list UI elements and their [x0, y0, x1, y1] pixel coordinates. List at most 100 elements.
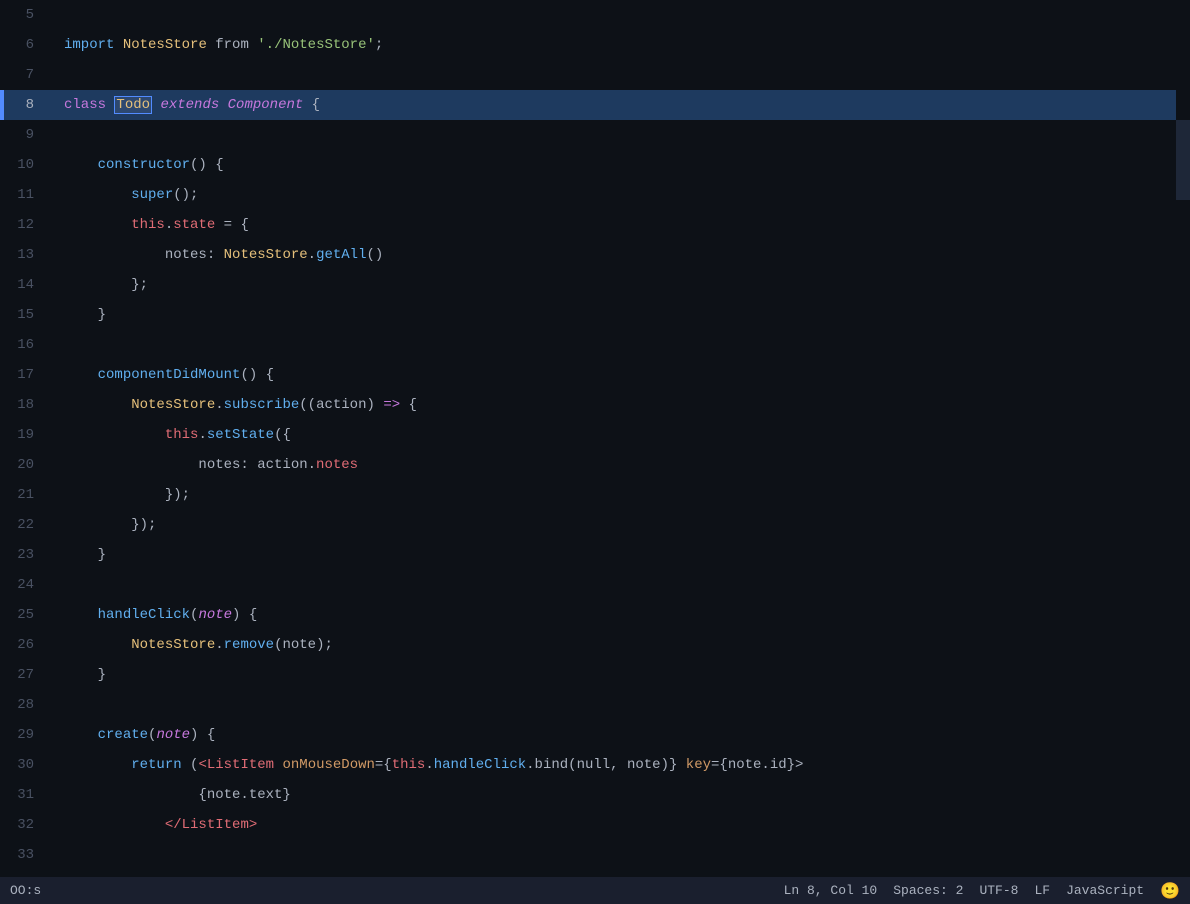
line-number: 26 [4, 630, 54, 660]
code-token: ={ [375, 757, 392, 773]
table-row: 19 this.setState({ [0, 420, 1176, 450]
line-content: constructor() { [54, 150, 1176, 180]
line-content [54, 120, 1176, 150]
code-token: ( [182, 757, 199, 773]
code-token: componentDidMount [98, 367, 241, 383]
code-token [64, 607, 98, 623]
code-token: {note.text} [198, 787, 290, 803]
status-right: Ln 8, Col 10 Spaces: 2 UTF-8 LF JavaScri… [784, 881, 1180, 901]
code-token: NotesStore [131, 397, 215, 413]
code-token: () [366, 247, 383, 263]
line-content: NotesStore.remove(note); [54, 630, 1176, 660]
code-token: => [383, 397, 400, 413]
code-token: ) { [190, 727, 215, 743]
code-token: getAll [316, 247, 366, 263]
line-number: 9 [4, 120, 54, 150]
line-content: import NotesStore from './NotesStore'; [54, 30, 1176, 60]
code-token: create [98, 727, 148, 743]
code-token: . [198, 427, 206, 443]
table-row: 32 </ListItem> [0, 810, 1176, 840]
code-token [64, 637, 131, 653]
minimap-thumb[interactable] [1176, 120, 1190, 200]
line-content: }); [54, 510, 1176, 540]
code-token: (( [299, 397, 316, 413]
table-row: 20 notes: action.notes [0, 450, 1176, 480]
code-token: NotesStore [131, 637, 215, 653]
table-row: 31 {note.text} [0, 780, 1176, 810]
line-number: 28 [4, 690, 54, 720]
line-content: } [54, 300, 1176, 330]
line-content: class Todo extends Component { [54, 90, 1176, 120]
code-token: note [156, 727, 190, 743]
line-number: 30 [4, 750, 54, 780]
smiley-icon[interactable]: 🙂 [1160, 881, 1180, 901]
line-number: 17 [4, 360, 54, 390]
editor-container: 5 6import NotesStore from './NotesStore'… [0, 0, 1190, 876]
line-number: 21 [4, 480, 54, 510]
table-row: 9 [0, 120, 1176, 150]
code-token: ) [367, 397, 384, 413]
line-number: 19 [4, 420, 54, 450]
cursor-position: Ln 8, Col 10 [784, 883, 878, 898]
code-token [64, 727, 98, 743]
code-token: = { [215, 217, 249, 233]
line-number: 18 [4, 390, 54, 420]
code-token: './NotesStore' [257, 37, 375, 53]
code-token: . [308, 457, 316, 473]
line-content: componentDidMount() { [54, 360, 1176, 390]
code-token: this [165, 427, 199, 443]
code-token [219, 97, 227, 113]
code-token [249, 37, 257, 53]
line-number: 15 [4, 300, 54, 330]
line-content [54, 840, 1176, 870]
code-token: <ListItem [198, 757, 274, 773]
line-number: 5 [4, 0, 54, 30]
line-content: notes: action.notes [54, 450, 1176, 480]
language-indicator: JavaScript [1066, 883, 1144, 898]
table-row: 26 NotesStore.remove(note); [0, 630, 1176, 660]
line-number: 6 [4, 30, 54, 60]
status-bar: OO:s Ln 8, Col 10 Spaces: 2 UTF-8 LF Jav… [0, 876, 1190, 904]
code-token: notes [316, 457, 358, 473]
line-content [54, 0, 1176, 30]
line-number: 13 [4, 240, 54, 270]
table-row: 14 }; [0, 270, 1176, 300]
code-token: this [392, 757, 426, 773]
code-token: } [64, 547, 106, 563]
table-row: 13 notes: NotesStore.getAll() [0, 240, 1176, 270]
line-content: return (<ListItem onMouseDown={this.hand… [54, 750, 1176, 780]
table-row: 27 } [0, 660, 1176, 690]
table-row: 10 constructor() { [0, 150, 1176, 180]
table-row: 18 NotesStore.subscribe((action) => { [0, 390, 1176, 420]
code-token: }); [64, 487, 190, 503]
table-row: 6import NotesStore from './NotesStore'; [0, 30, 1176, 60]
line-content [54, 60, 1176, 90]
code-token [64, 457, 198, 473]
code-token: </ListItem> [165, 817, 257, 833]
table-row: 5 [0, 0, 1176, 30]
code-area[interactable]: 5 6import NotesStore from './NotesStore'… [0, 0, 1176, 876]
spaces-indicator: Spaces: 2 [893, 883, 963, 898]
table-row: 28 [0, 690, 1176, 720]
line-content [54, 690, 1176, 720]
code-token: handleClick [434, 757, 526, 773]
code-token: . [165, 217, 173, 233]
code-token: remove [224, 637, 274, 653]
line-number: 23 [4, 540, 54, 570]
code-token: setState [207, 427, 274, 443]
line-number: 14 [4, 270, 54, 300]
code-token: } [64, 667, 106, 683]
line-number: 25 [4, 600, 54, 630]
minimap[interactable] [1176, 0, 1190, 876]
code-token [64, 817, 165, 833]
line-number: 22 [4, 510, 54, 540]
code-token: }); [64, 517, 156, 533]
line-number: 11 [4, 180, 54, 210]
line-content: this.state = { [54, 210, 1176, 240]
code-token: . [308, 247, 316, 263]
code-token: NotesStore [224, 247, 308, 263]
code-lines[interactable]: 5 6import NotesStore from './NotesStore'… [0, 0, 1176, 876]
line-number: 20 [4, 450, 54, 480]
code-token: super [131, 187, 173, 203]
line-content: }; [54, 270, 1176, 300]
